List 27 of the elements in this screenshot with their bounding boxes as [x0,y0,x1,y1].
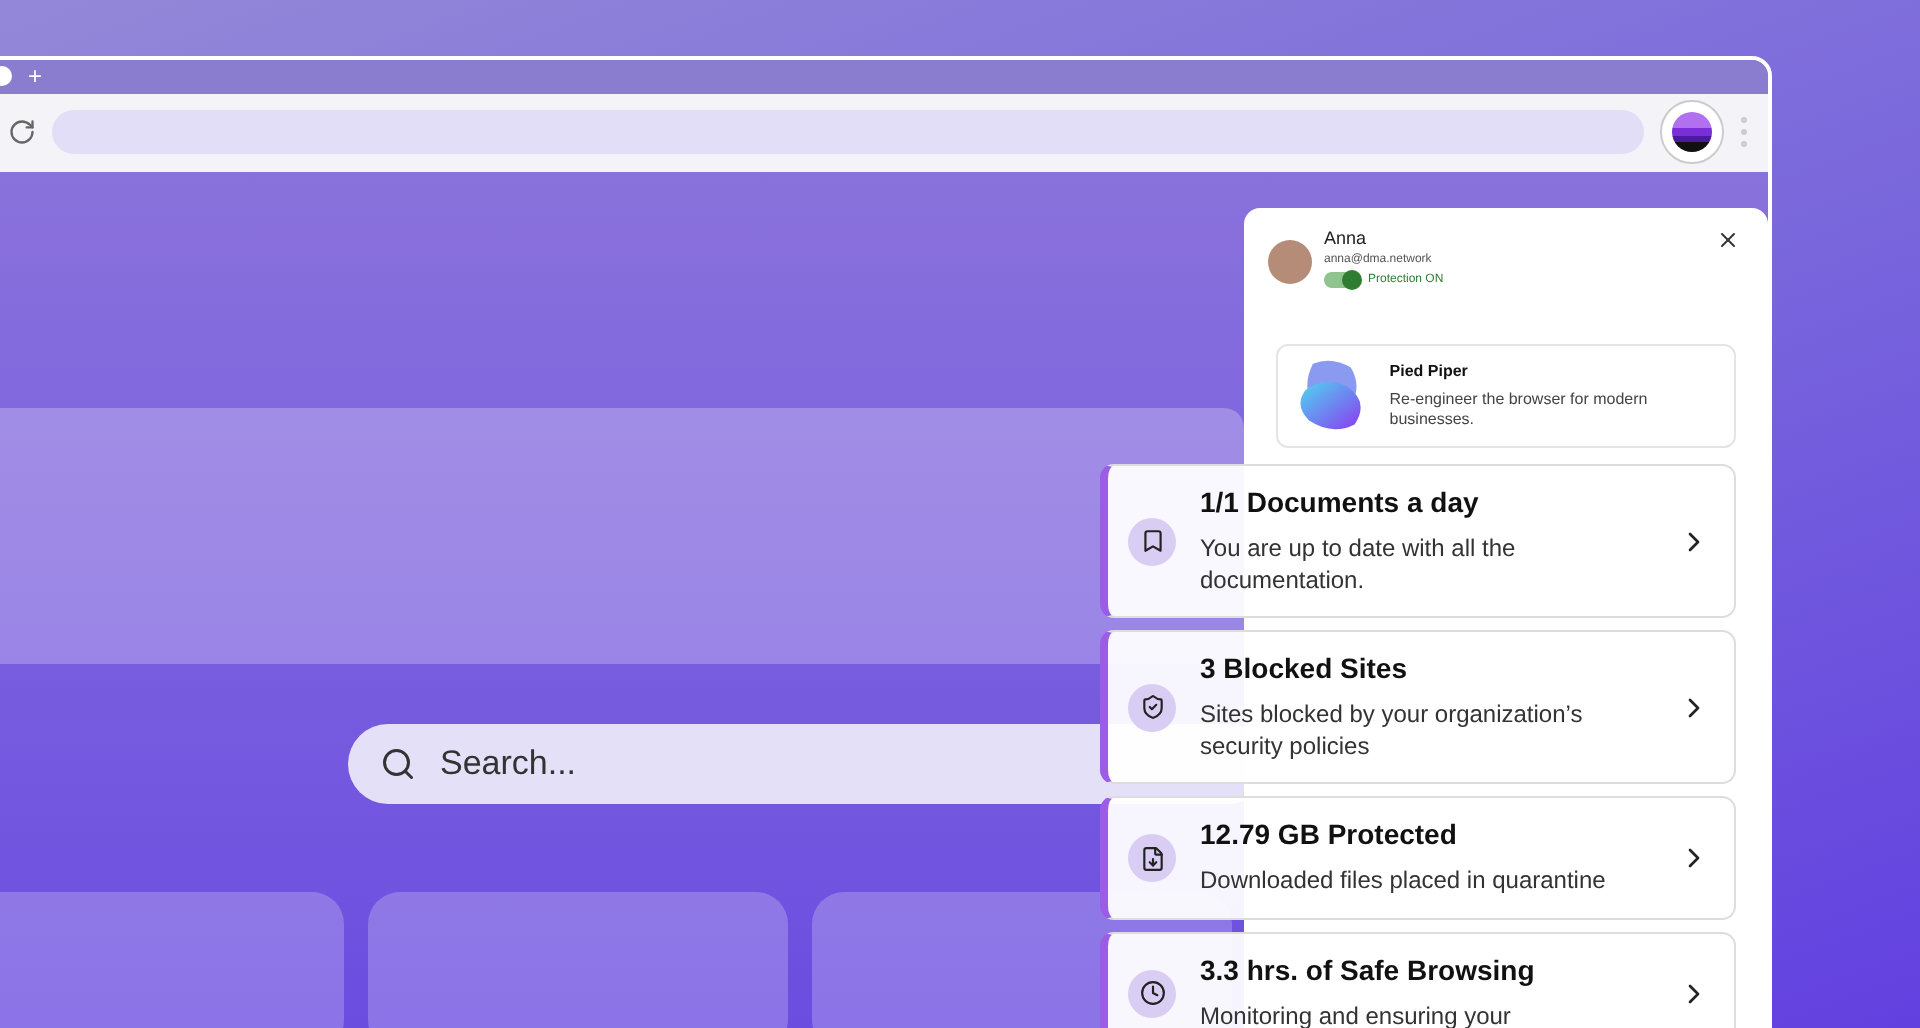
file-download-icon [1128,834,1176,883]
stat-card[interactable]: 12.79 GB Protected Downloaded files placed in quarantine [1100,796,1736,920]
organization-name: Pied Piper [1389,362,1470,381]
protection-toggle[interactable] [1324,272,1360,288]
card-description: Downloaded files placed in quarantine [1200,866,1608,898]
card-title: 1/1 Documents a day [1200,486,1481,518]
user-name: Anna [1324,228,1369,248]
stat-card[interactable]: 3 Blocked Sites Sites blocked by your organization’s security policies [1100,630,1736,785]
bookmark-icon [1128,517,1176,566]
card-description: You are up to date with all the documentation. [1200,534,1518,597]
extension-button[interactable] [1660,100,1724,165]
organization-description: Re-engineer the browser for modern businesses. [1389,390,1650,430]
shortcut-tile[interactable] [368,892,788,1028]
card-title: 3 Blocked Sites [1200,652,1409,685]
card-title: 3.3 hrs. of Safe Browsing [1200,953,1537,986]
clock-icon [1128,969,1176,1018]
close-icon[interactable] [1716,228,1740,252]
shield-icon [1128,683,1176,732]
new-tab-button[interactable]: + [28,62,43,91]
avatar [1268,240,1312,284]
reload-icon[interactable] [8,118,36,147]
card-title: 12.79 GB Protected [1200,818,1459,851]
stat-card[interactable]: 1/1 Documents a day You are up to date with all the documentation. [1100,464,1736,619]
stripes-logo-icon [1672,112,1712,153]
search-icon [380,746,416,782]
stat-card[interactable]: 3.3 hrs. of Safe Browsing Monitoring and ensuring your [1100,931,1736,1028]
card-description: Monitoring and ensuring your [1200,1001,1513,1028]
